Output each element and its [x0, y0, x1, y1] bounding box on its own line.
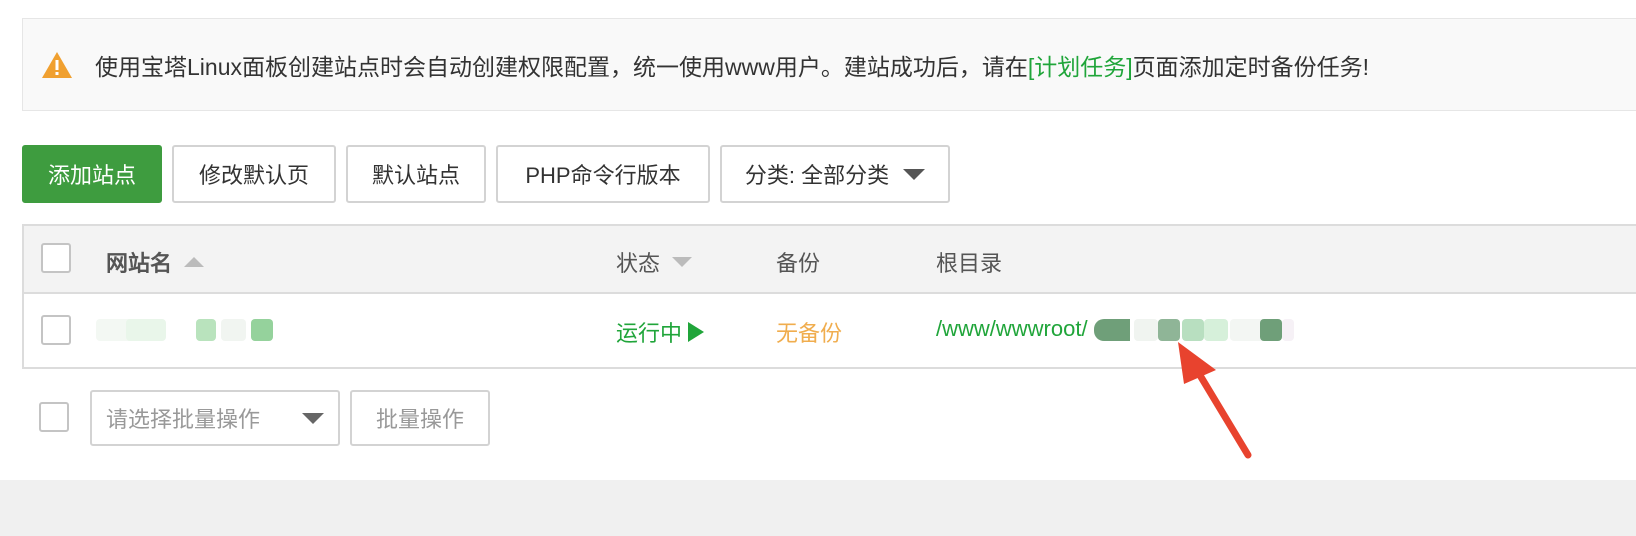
status-running[interactable]: 运行中: [616, 316, 705, 348]
add-site-button[interactable]: 添加站点: [22, 145, 162, 203]
batch-select-checkbox[interactable]: [39, 402, 69, 432]
redacted-block: [251, 319, 273, 341]
redacted-block: [1282, 319, 1294, 341]
column-site-name[interactable]: 网站名: [106, 246, 205, 278]
play-icon: [688, 322, 705, 342]
batch-operation-placeholder: 请选择批量操作: [106, 407, 261, 432]
column-status-label: 状态: [616, 251, 661, 276]
annotation-arrow-icon: [1178, 342, 1252, 459]
site-name-link[interactable]: [96, 319, 276, 341]
category-select[interactable]: 分类: 全部分类: [720, 145, 950, 203]
row-checkbox[interactable]: [41, 315, 71, 345]
php-cli-version-button[interactable]: PHP命令行版本: [496, 145, 710, 203]
notice-message: 使用宝塔Linux面板创建站点时会自动创建权限配置，统一使用www用户。建站成功…: [95, 48, 1369, 82]
redacted-block: [196, 319, 216, 341]
table-row: 运行中 无备份 /www/wwwroot/: [24, 294, 1636, 367]
sort-asc-icon: [184, 257, 205, 267]
redacted-block: [221, 319, 246, 341]
status-label: 运行中: [616, 321, 683, 346]
root-dir-link[interactable]: /www/wwwroot/: [936, 316, 1088, 342]
column-root-dir-label: 根目录: [936, 251, 1003, 276]
root-dir-path: /www/wwwroot/: [936, 316, 1088, 341]
notice-banner: 使用宝塔Linux面板创建站点时会自动创建权限配置，统一使用www用户。建站成功…: [22, 18, 1636, 111]
redacted-block: [1260, 319, 1282, 341]
sort-desc-icon: [672, 257, 693, 267]
warning-icon: [42, 52, 72, 78]
chevron-down-icon: [302, 413, 324, 424]
column-status[interactable]: 状态: [616, 246, 693, 278]
redacted-block: [1134, 319, 1158, 341]
redacted-block: [126, 319, 166, 341]
select-all-checkbox[interactable]: [41, 243, 71, 273]
page-footer-band: [0, 480, 1636, 536]
cron-task-link[interactable]: [计划任务]: [1028, 54, 1133, 80]
backup-status-link[interactable]: 无备份: [776, 316, 842, 348]
column-backup: 备份: [776, 246, 820, 278]
batch-operation-select[interactable]: 请选择批量操作: [90, 390, 340, 446]
redacted-block: [1204, 319, 1228, 341]
root-dir-redacted: [1094, 319, 1294, 341]
redacted-block: [1094, 319, 1130, 341]
column-backup-label: 备份: [776, 251, 821, 276]
default-site-button[interactable]: 默认站点: [346, 145, 486, 203]
redacted-block: [1182, 319, 1204, 341]
notice-text-before: 使用宝塔Linux面板创建站点时会自动创建权限配置，统一使用www用户。建站成功…: [95, 54, 1028, 80]
table-header: 网站名 状态 备份 根目录: [24, 226, 1636, 294]
edit-default-page-button[interactable]: 修改默认页: [172, 145, 336, 203]
redacted-block: [1158, 319, 1180, 341]
category-select-label: 分类: 全部分类: [744, 163, 890, 188]
batch-operation-button[interactable]: 批量操作: [350, 390, 490, 446]
notice-text-after: 页面添加定时备份任务!: [1132, 54, 1369, 80]
column-root-dir: 根目录: [936, 246, 1002, 278]
chevron-down-icon: [903, 168, 926, 180]
site-table: 网站名 状态 备份 根目录 运行中 无备份 /www/wwwroot/: [22, 224, 1636, 369]
column-site-name-label: 网站名: [106, 251, 173, 276]
